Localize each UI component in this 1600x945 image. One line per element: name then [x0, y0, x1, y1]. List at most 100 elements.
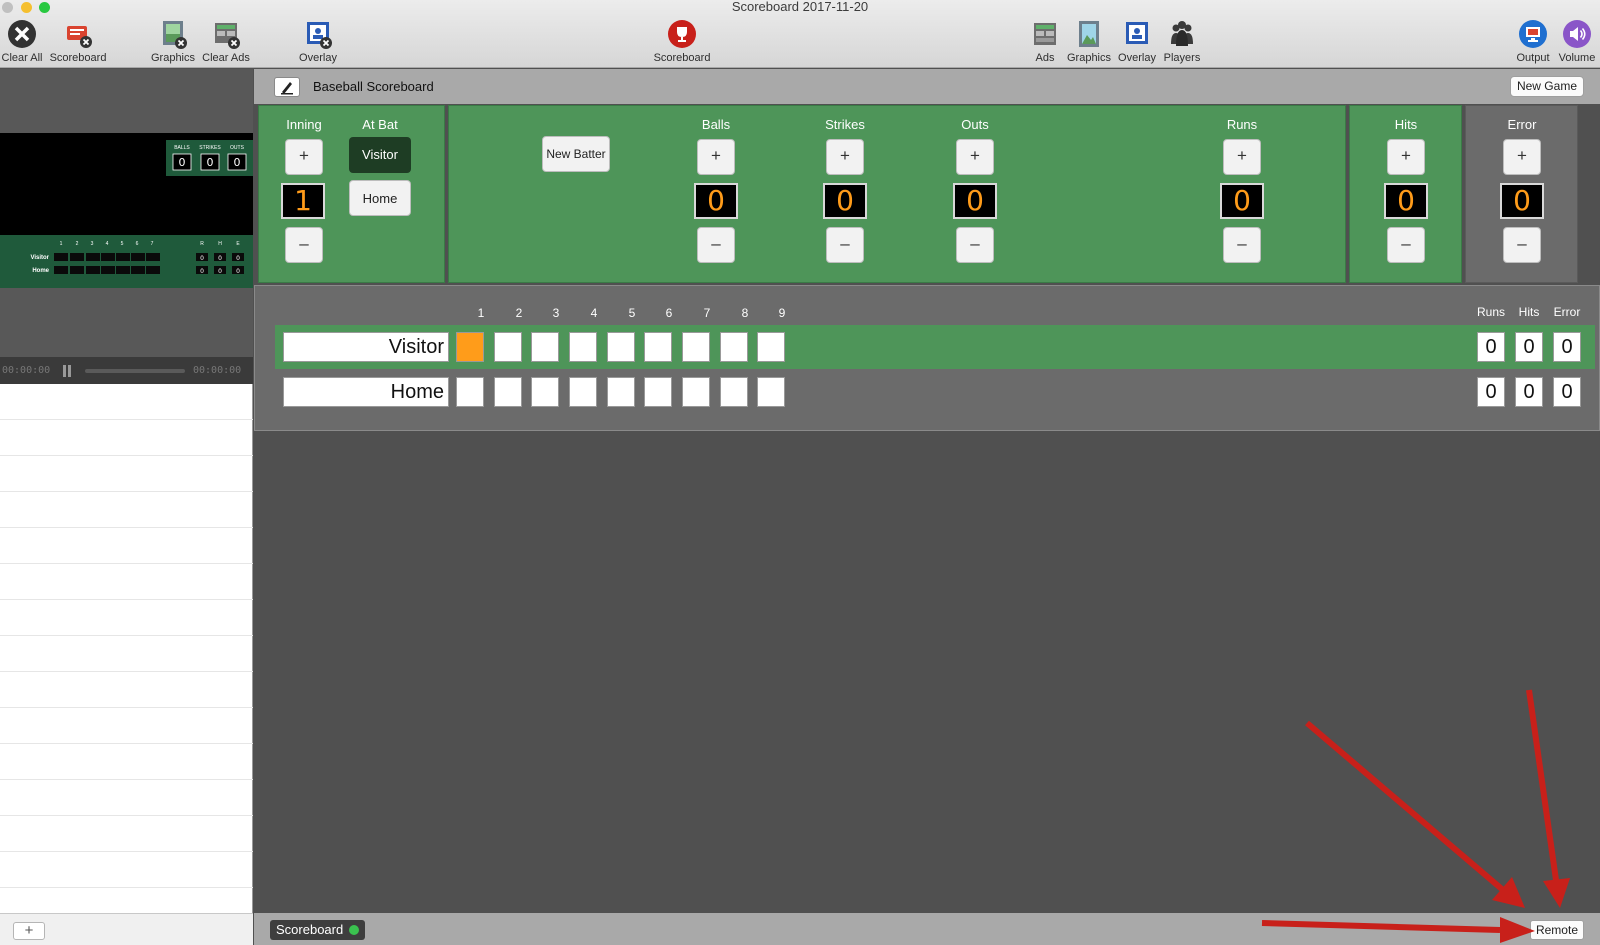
- app-window: Scoreboard 2017-11-20 Clear All Scoreboa…: [0, 0, 1600, 945]
- list-item[interactable]: [0, 708, 253, 744]
- preview-count-value: 0: [207, 156, 214, 169]
- preview-rhe-value: 0: [236, 255, 240, 262]
- balls-minus-button[interactable]: –: [697, 227, 735, 263]
- scoreboard-status-label: Scoreboard: [276, 922, 344, 937]
- output-button[interactable]: Output: [1514, 18, 1552, 64]
- page-title: Baseball Scoreboard: [313, 79, 434, 94]
- clear-overlay-button[interactable]: Overlay: [294, 18, 342, 64]
- hits-panel: Hits + 0 –: [1349, 105, 1462, 283]
- error-plus-button[interactable]: +: [1503, 139, 1541, 175]
- list-item[interactable]: [0, 384, 253, 420]
- home-name-field[interactable]: Home: [283, 377, 449, 407]
- inning-plus-button[interactable]: +: [285, 139, 323, 175]
- clear-graphics-button[interactable]: Graphics: [149, 18, 197, 64]
- strikes-minus-button[interactable]: –: [826, 227, 864, 263]
- overlay-button[interactable]: Overlay: [1116, 18, 1158, 64]
- strikes-label: Strikes: [825, 117, 865, 132]
- balls-plus-button[interactable]: +: [697, 139, 735, 175]
- error-minus-button[interactable]: –: [1503, 227, 1541, 263]
- hits-value: 0: [1384, 183, 1428, 219]
- inning-header: 3: [552, 306, 560, 320]
- inning-cell[interactable]: [607, 377, 635, 407]
- ads-icon: [1030, 18, 1060, 50]
- list-item[interactable]: [0, 816, 253, 852]
- add-item-button[interactable]: +: [13, 922, 45, 940]
- list-item[interactable]: [0, 564, 253, 600]
- inning-cell[interactable]: [757, 377, 785, 407]
- overlay-clear-icon: [303, 18, 333, 50]
- remote-button[interactable]: Remote: [1529, 920, 1584, 940]
- list-item[interactable]: [0, 456, 253, 492]
- preview-count-label: STRIKES: [199, 145, 221, 151]
- media-list: [0, 384, 253, 904]
- inning-cell[interactable]: [644, 332, 672, 362]
- inning-cell[interactable]: [682, 332, 710, 362]
- outs-minus-button[interactable]: –: [956, 227, 994, 263]
- new-game-button[interactable]: New Game: [1509, 76, 1584, 97]
- inning-cell[interactable]: [682, 377, 710, 407]
- pause-icon[interactable]: [62, 365, 72, 377]
- volume-button[interactable]: Volume: [1557, 18, 1597, 64]
- at-bat-home-button[interactable]: Home: [349, 180, 411, 216]
- graphics-button[interactable]: Graphics: [1064, 18, 1114, 64]
- list-item[interactable]: [0, 600, 253, 636]
- scoreboard-header: Baseball Scoreboard New Game: [254, 69, 1600, 104]
- hits-label: Hits: [1394, 117, 1418, 132]
- inning-cell[interactable]: [644, 377, 672, 407]
- inning-cell[interactable]: [720, 332, 748, 362]
- hits-plus-button[interactable]: +: [1387, 139, 1425, 175]
- visitor-name-field[interactable]: Visitor: [283, 332, 449, 362]
- list-item[interactable]: [0, 528, 253, 564]
- visitor-error: 0: [1553, 332, 1581, 362]
- scoreboard-button[interactable]: Scoreboard: [651, 18, 713, 64]
- list-item[interactable]: [0, 852, 253, 888]
- strikes-plus-button[interactable]: +: [826, 139, 864, 175]
- preview-inning-label: 4: [106, 241, 109, 247]
- at-bat-visitor-button[interactable]: Visitor: [349, 137, 411, 173]
- scoreboard-preview: BALLS STRIKES OUTS 0 0 0 1 2 3 4 5 6 7 R…: [0, 133, 253, 288]
- hits-minus-button[interactable]: –: [1387, 227, 1425, 263]
- ads-button[interactable]: Ads: [1030, 18, 1060, 64]
- list-item[interactable]: [0, 780, 253, 816]
- clear-scoreboard-button[interactable]: Scoreboard: [48, 18, 108, 64]
- inning-cell[interactable]: [456, 377, 484, 407]
- error-label: Error: [1507, 117, 1537, 132]
- inning-cell[interactable]: [569, 377, 597, 407]
- inning-cell[interactable]: [494, 332, 522, 362]
- new-batter-button[interactable]: New Batter: [542, 136, 610, 172]
- scoreboard-status-tag[interactable]: Scoreboard: [270, 920, 366, 940]
- preview-inning-label: 3: [91, 241, 94, 247]
- inning-cell[interactable]: [720, 377, 748, 407]
- inning-cell[interactable]: [569, 332, 597, 362]
- outs-plus-button[interactable]: +: [956, 139, 994, 175]
- inning-cell[interactable]: [531, 332, 559, 362]
- runs-plus-button[interactable]: +: [1223, 139, 1261, 175]
- graphics-icon: [1074, 18, 1104, 50]
- inning-header: 2: [515, 306, 523, 320]
- visitor-row: Visitor 0 0 0: [275, 325, 1595, 369]
- runs-minus-button[interactable]: –: [1223, 227, 1261, 263]
- clear-all-button[interactable]: Clear All: [0, 18, 44, 64]
- preview-inning-label: 1: [60, 241, 63, 247]
- list-item[interactable]: [0, 420, 253, 456]
- inning-cell-current[interactable]: [456, 332, 484, 362]
- preview-team-name: Visitor: [30, 255, 49, 261]
- list-item[interactable]: [0, 636, 253, 672]
- list-item[interactable]: [0, 492, 253, 528]
- inning-cell[interactable]: [531, 377, 559, 407]
- preview-count-value: 0: [179, 156, 186, 169]
- list-item[interactable]: [0, 744, 253, 780]
- list-item[interactable]: [0, 672, 253, 708]
- clear-ads-button[interactable]: Clear Ads: [201, 18, 251, 64]
- inning-cell[interactable]: [607, 332, 635, 362]
- inning-minus-button[interactable]: –: [285, 227, 323, 263]
- players-button[interactable]: Players: [1161, 18, 1203, 64]
- preview-inning-label: 5: [121, 241, 124, 247]
- at-bat-label: At Bat: [362, 117, 398, 132]
- playback-scrubber[interactable]: [85, 369, 185, 373]
- players-icon: [1167, 18, 1197, 50]
- inning-cell[interactable]: [494, 377, 522, 407]
- edit-button[interactable]: [274, 77, 300, 97]
- inning-cell[interactable]: [757, 332, 785, 362]
- home-row: Home 0 0 0: [275, 370, 1595, 414]
